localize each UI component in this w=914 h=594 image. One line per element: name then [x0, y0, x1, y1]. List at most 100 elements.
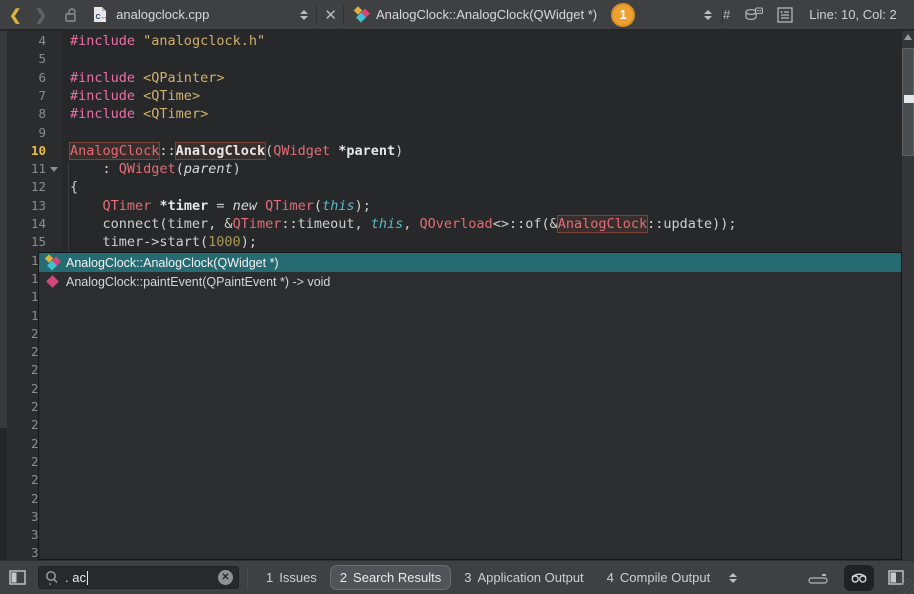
- clear-icon[interactable]: ✕: [218, 570, 233, 585]
- line-number[interactable]: 7: [0, 87, 46, 105]
- code-token: *parent: [338, 143, 395, 159]
- annotate-icon[interactable]: [744, 7, 763, 23]
- pane-index: 4: [607, 570, 614, 585]
- resize-grip[interactable]: [898, 578, 914, 594]
- code-line[interactable]: #include <QTimer>: [70, 105, 208, 123]
- code-token: ): [395, 143, 403, 159]
- code-token: parent: [184, 161, 233, 177]
- symbol-selector[interactable]: AnalogClock::AnalogClock(QWidget *) 1: [344, 3, 704, 27]
- progress-bar-icon[interactable]: [808, 571, 830, 585]
- svg-text:C↔: C↔: [96, 14, 108, 21]
- search-icon: [44, 570, 59, 586]
- line-number[interactable]: 5: [0, 50, 46, 68]
- code-token: {: [70, 179, 78, 195]
- editor-scrollbar[interactable]: [902, 31, 914, 560]
- code-token: ::update));: [647, 216, 736, 232]
- open-document-name[interactable]: analogclock.cpp: [116, 7, 209, 22]
- scrollbar-thumb[interactable]: [902, 48, 914, 156]
- constructor-icon: [44, 254, 61, 271]
- document-dropdown-arrows[interactable]: [300, 10, 308, 20]
- code-token: AnalogClock: [176, 143, 265, 159]
- output-pane-compile-output[interactable]: 4 Compile Output: [597, 565, 721, 590]
- code-token: ,: [403, 216, 419, 232]
- code-token: );: [355, 198, 371, 214]
- close-document-icon[interactable]: ✕: [324, 6, 337, 24]
- code-token: <>::of(&: [493, 216, 558, 232]
- code-token: AnalogClock: [70, 143, 159, 159]
- build-progress-button[interactable]: [844, 565, 874, 591]
- line-number[interactable]: 9: [0, 124, 46, 142]
- code-token: #include: [70, 33, 135, 49]
- code-line[interactable]: timer->start(1000);: [70, 233, 257, 251]
- scrollbar-up-icon[interactable]: [904, 34, 912, 40]
- code-token: [257, 198, 265, 214]
- pane-label: Compile Output: [620, 570, 710, 585]
- output-pane-search-results[interactable]: 2Search Results: [330, 565, 451, 590]
- badge-count: 1: [611, 3, 635, 27]
- code-token: ::: [159, 143, 175, 159]
- line-number[interactable]: 6: [0, 69, 46, 87]
- code-token: this: [371, 216, 404, 232]
- line-number[interactable]: 8: [0, 105, 46, 123]
- code-token: [135, 70, 143, 86]
- code-token: (: [265, 143, 273, 159]
- qt-creator-window: ❮ ❯ C↔ analogclock.cpp ✕ AnalogClock:: [0, 0, 914, 594]
- code-token: ): [233, 161, 241, 177]
- line-number[interactable]: 4: [0, 32, 46, 50]
- line-number[interactable]: 14: [0, 215, 46, 233]
- code-line[interactable]: {: [70, 178, 78, 196]
- code-line[interactable]: : QWidget(parent): [70, 160, 241, 178]
- code-token: AnalogClock: [558, 216, 647, 232]
- outline-icon[interactable]: [777, 7, 793, 23]
- pane-index: 1: [266, 570, 273, 585]
- code-line[interactable]: #include <QPainter>: [70, 69, 224, 87]
- line-number[interactable]: 10: [0, 142, 46, 160]
- statusbar-right-icons: [808, 565, 904, 591]
- scrollbar-current-line-marker: [904, 95, 914, 103]
- back-button[interactable]: ❮: [9, 6, 22, 24]
- code-token: <QTime>: [143, 88, 200, 104]
- line-number[interactable]: 11: [0, 160, 46, 178]
- text-caret: [87, 571, 88, 585]
- code-token: QOverload: [420, 216, 493, 232]
- output-pane-issues[interactable]: 1Issues: [256, 565, 327, 590]
- pane-selector-arrows[interactable]: [729, 573, 737, 583]
- code-token: (: [314, 198, 322, 214]
- locator-results-popup: AnalogClock::AnalogClock(QWidget *)Analo…: [38, 252, 902, 560]
- method-icon: [353, 6, 370, 23]
- code-token: [135, 106, 143, 122]
- code-line[interactable]: connect(timer, &QTimer::timeout, this, Q…: [70, 215, 737, 233]
- document-tab-group: ❮ ❯ C↔ analogclock.cpp ✕: [0, 5, 343, 25]
- toolbar-right-group: # Line: 10, Col: 2: [723, 7, 914, 23]
- code-line[interactable]: AnalogClock::AnalogClock(QWidget *parent…: [70, 142, 403, 160]
- code-token: #include: [70, 88, 135, 104]
- symbol-dropdown-arrows[interactable]: [704, 10, 712, 20]
- code-token: timer->start(: [70, 234, 208, 250]
- code-token: QWidget: [273, 143, 330, 159]
- symbol-selector-value: AnalogClock::AnalogClock(QWidget *): [376, 7, 597, 22]
- locator-result-label: AnalogClock::paintEvent(QPaintEvent *) -…: [66, 275, 330, 289]
- forward-button[interactable]: ❯: [35, 6, 48, 24]
- locator-input[interactable]: . ac ✕: [38, 566, 239, 589]
- code-line[interactable]: QTimer *timer = new QTimer(this);: [70, 197, 371, 215]
- locator-result-item[interactable]: AnalogClock::paintEvent(QPaintEvent *) -…: [39, 272, 901, 291]
- left-sidebar-toggle-icon[interactable]: [9, 570, 26, 585]
- code-line[interactable]: #include "analogclock.h": [70, 32, 265, 50]
- code-token: "analogclock.h": [143, 33, 265, 49]
- code-token: QWidget: [119, 161, 176, 177]
- line-number[interactable]: 12: [0, 178, 46, 196]
- code-token: new: [233, 198, 257, 214]
- line-number[interactable]: 13: [0, 197, 46, 215]
- fold-marker-icon[interactable]: [50, 167, 58, 172]
- line-number[interactable]: 15: [0, 233, 46, 251]
- pane-index: 3: [464, 570, 471, 585]
- code-token: #include: [70, 106, 135, 122]
- locator-value: . ac: [65, 570, 86, 585]
- code-token: <QPainter>: [143, 70, 224, 86]
- code-token: 1000: [208, 234, 241, 250]
- code-token: (: [176, 161, 184, 177]
- locator-result-item[interactable]: AnalogClock::AnalogClock(QWidget *): [39, 253, 901, 272]
- output-pane-application-output[interactable]: 3Application Output: [454, 565, 593, 590]
- code-line[interactable]: #include <QTime>: [70, 87, 200, 105]
- hash-toggle-icon[interactable]: #: [723, 7, 730, 22]
